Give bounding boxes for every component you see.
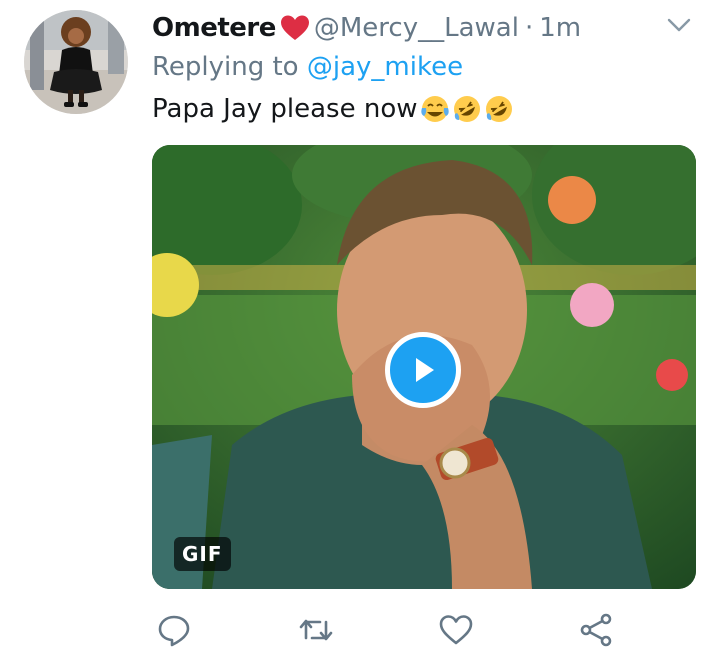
red-heart-icon [280, 14, 310, 42]
tweet-text-content: Papa Jay please now [152, 94, 418, 124]
play-button[interactable] [385, 332, 461, 408]
avatar[interactable] [24, 10, 128, 114]
retweet-icon[interactable] [298, 612, 334, 648]
play-icon [416, 358, 434, 382]
tweet[interactable]: Ometere @Mercy__Lawal · 1m Replying to @… [0, 0, 720, 659]
tweet-text: Papa Jay please now [152, 94, 514, 124]
user-handle[interactable]: @Mercy__Lawal [314, 13, 519, 43]
display-name[interactable]: Ometere [152, 13, 276, 43]
tweet-actions [0, 612, 720, 648]
rolling-on-the-floor-laughing-icon [452, 94, 482, 124]
face-with-tears-of-joy-icon [420, 94, 450, 124]
replying-to-mention[interactable]: @jay_mikee [307, 52, 463, 82]
gif-badge: GIF [174, 537, 231, 571]
avatar-image [24, 10, 128, 114]
replying-to-prefix: Replying to [152, 52, 299, 82]
tweet-header: Ometere @Mercy__Lawal · 1m [152, 8, 581, 48]
timestamp[interactable]: 1m [539, 13, 581, 43]
separator-dot: · [524, 13, 534, 43]
like-icon[interactable] [438, 612, 474, 648]
chevron-down-icon[interactable] [664, 10, 694, 40]
share-icon[interactable] [578, 612, 614, 648]
rolling-on-the-floor-laughing-icon [484, 94, 514, 124]
replying-to: Replying to @jay_mikee [152, 52, 463, 82]
reply-icon[interactable] [156, 612, 192, 648]
